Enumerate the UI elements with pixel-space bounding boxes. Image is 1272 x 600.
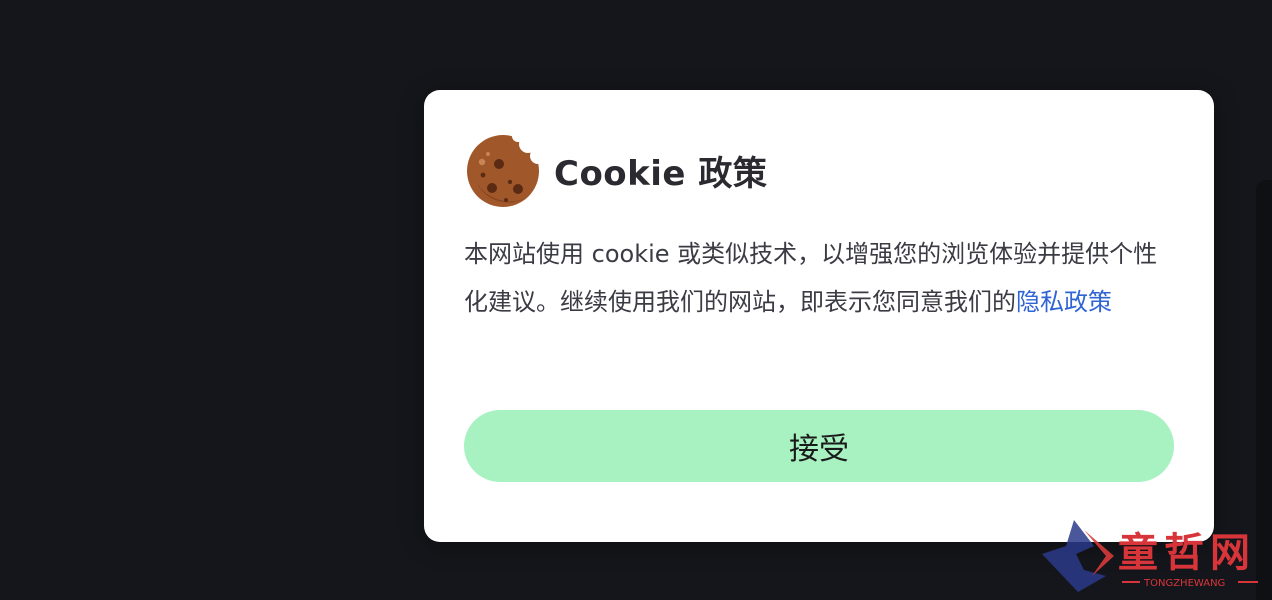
cookie-icon xyxy=(467,135,539,207)
dialog-message: 本网站使用 cookie 或类似技术，以增强您的浏览体验并提供个性化建议。继续使… xyxy=(464,230,1176,326)
accept-button[interactable]: 接受 xyxy=(464,410,1174,482)
cookie-consent-dialog: Cookie 政策 本网站使用 cookie 或类似技术，以增强您的浏览体验并提… xyxy=(424,90,1214,542)
page-background: Cookie 政策 本网站使用 cookie 或类似技术，以增强您的浏览体验并提… xyxy=(0,0,1272,600)
watermark-subtext: TONGZHEWANG xyxy=(1143,578,1225,589)
dialog-title: Cookie 政策 xyxy=(554,153,768,194)
watermark-logo: 童哲网 TONGZHEWANG xyxy=(1042,520,1258,592)
privacy-policy-link[interactable]: 隐私政策 xyxy=(1016,288,1112,316)
watermark-text: 童哲网 xyxy=(1118,529,1256,576)
dialog-header: Cookie 政策 xyxy=(466,132,767,208)
